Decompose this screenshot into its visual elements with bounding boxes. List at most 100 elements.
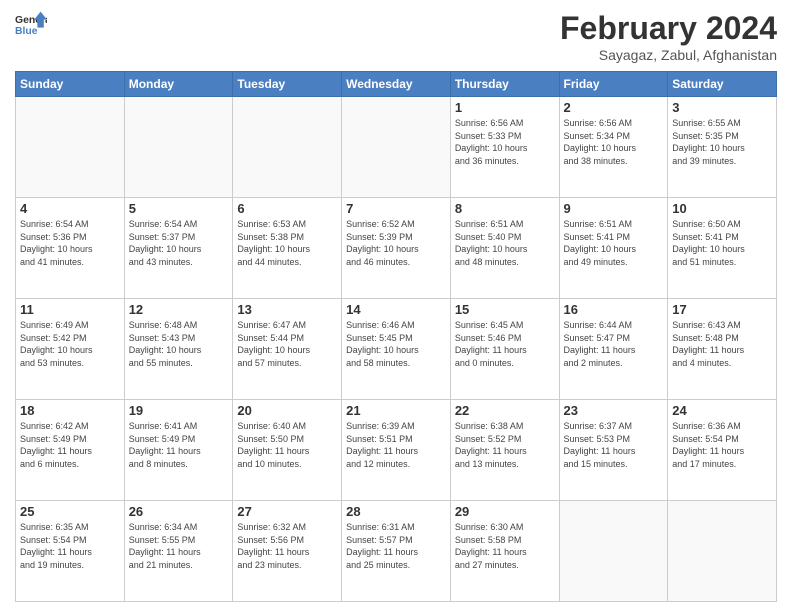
day-number: 29 xyxy=(455,504,555,519)
calendar-cell xyxy=(342,97,451,198)
calendar-cell: 29Sunrise: 6:30 AMSunset: 5:58 PMDayligh… xyxy=(450,501,559,602)
calendar-header-row: Sunday Monday Tuesday Wednesday Thursday… xyxy=(16,72,777,97)
calendar-cell: 15 Sunrise: 6:45 AMSunset: 5:46 PMDayligh… xyxy=(450,299,559,400)
day-info: Sunrise: 6:55 AMSunset: 5:35 PMDaylight:… xyxy=(672,117,772,167)
calendar-cell: 25 Sunrise: 6:35 AMSunset: 5:54 PMDayligh… xyxy=(16,501,125,602)
page-header: General Blue February 2024 Sayagaz, Zabu… xyxy=(15,10,777,63)
day-number: 14 xyxy=(346,302,446,317)
day-info: Sunrise: 6:40 AMSunset: 5:50 PMDaylight:… xyxy=(237,420,337,470)
day-number: 15 xyxy=(455,302,555,317)
logo: General Blue xyxy=(15,10,47,38)
title-block: February 2024 Sayagaz, Zabul, Afghanista… xyxy=(560,10,777,63)
calendar-cell: 2 Sunrise: 6:56 AMSunset: 5:34 PMDaylight… xyxy=(559,97,668,198)
calendar-cell: 3 Sunrise: 6:55 AMSunset: 5:35 PMDaylight… xyxy=(668,97,777,198)
day-info: Sunrise: 6:36 AMSunset: 5:54 PMDaylight:… xyxy=(672,420,772,470)
day-number: 8 xyxy=(455,201,555,216)
calendar-cell: 23Sunrise: 6:37 AMSunset: 5:53 PMDayligh… xyxy=(559,400,668,501)
day-number: 19 xyxy=(129,403,229,418)
day-info: Sunrise: 6:34 AMSunset: 5:55 PMDaylight:… xyxy=(129,521,229,571)
calendar-title: February 2024 xyxy=(560,10,777,47)
calendar-cell: 4 Sunrise: 6:54 AMSunset: 5:36 PMDaylight… xyxy=(16,198,125,299)
day-info: Sunrise: 6:41 AMSunset: 5:49 PMDaylight:… xyxy=(129,420,229,470)
day-info: Sunrise: 6:47 AMSunset: 5:44 PMDaylight:… xyxy=(237,319,337,369)
calendar-cell: 11Sunrise: 6:49 AMSunset: 5:42 PMDayligh… xyxy=(16,299,125,400)
logo-icon: General Blue xyxy=(15,10,47,38)
calendar-cell: 18 Sunrise: 6:42 AMSunset: 5:49 PMDayligh… xyxy=(16,400,125,501)
calendar-cell: 21 Sunrise: 6:39 AMSunset: 5:51 PMDayligh… xyxy=(342,400,451,501)
header-sunday: Sunday xyxy=(16,72,125,97)
day-info: Sunrise: 6:45 AMSunset: 5:46 PMDaylight:… xyxy=(455,319,555,369)
day-number: 2 xyxy=(564,100,664,115)
day-info: Sunrise: 6:54 AMSunset: 5:37 PMDaylight:… xyxy=(129,218,229,268)
calendar-cell: 13 Sunrise: 6:47 AMSunset: 5:44 PMDayligh… xyxy=(233,299,342,400)
day-number: 6 xyxy=(237,201,337,216)
calendar-cell: 24 Sunrise: 6:36 AMSunset: 5:54 PMDayligh… xyxy=(668,400,777,501)
day-info: Sunrise: 6:56 AMSunset: 5:33 PMDaylight:… xyxy=(455,117,555,167)
header-thursday: Thursday xyxy=(450,72,559,97)
calendar-cell: 19 Sunrise: 6:41 AMSunset: 5:49 PMDayligh… xyxy=(124,400,233,501)
calendar-subtitle: Sayagaz, Zabul, Afghanistan xyxy=(560,47,777,63)
day-info: Sunrise: 6:54 AMSunset: 5:36 PMDaylight:… xyxy=(20,218,120,268)
day-info: Sunrise: 6:52 AMSunset: 5:39 PMDaylight:… xyxy=(346,218,446,268)
day-number: 20 xyxy=(237,403,337,418)
day-number: 25 xyxy=(20,504,120,519)
calendar-cell: 17 Sunrise: 6:43 AMSunset: 5:48 PMDayligh… xyxy=(668,299,777,400)
day-number: 21 xyxy=(346,403,446,418)
calendar-cell: 28 Sunrise: 6:31 AMSunset: 5:57 PMDayligh… xyxy=(342,501,451,602)
day-number: 17 xyxy=(672,302,772,317)
day-number: 24 xyxy=(672,403,772,418)
day-info: Sunrise: 6:37 AMSunset: 5:53 PMDaylight:… xyxy=(564,420,664,470)
header-monday: Monday xyxy=(124,72,233,97)
calendar-cell: 16 Sunrise: 6:44 AMSunset: 5:47 PMDayligh… xyxy=(559,299,668,400)
calendar-week-0: 1 Sunrise: 6:56 AMSunset: 5:33 PMDaylight… xyxy=(16,97,777,198)
calendar-week-4: 25 Sunrise: 6:35 AMSunset: 5:54 PMDayligh… xyxy=(16,501,777,602)
day-info: Sunrise: 6:31 AMSunset: 5:57 PMDaylight:… xyxy=(346,521,446,571)
calendar-cell xyxy=(668,501,777,602)
day-info: Sunrise: 6:43 AMSunset: 5:48 PMDaylight:… xyxy=(672,319,772,369)
day-number: 26 xyxy=(129,504,229,519)
day-info: Sunrise: 6:38 AMSunset: 5:52 PMDaylight:… xyxy=(455,420,555,470)
calendar-cell xyxy=(16,97,125,198)
calendar-cell xyxy=(124,97,233,198)
calendar-cell xyxy=(233,97,342,198)
day-info: Sunrise: 6:53 AMSunset: 5:38 PMDaylight:… xyxy=(237,218,337,268)
day-info: Sunrise: 6:35 AMSunset: 5:54 PMDaylight:… xyxy=(20,521,120,571)
day-number: 18 xyxy=(20,403,120,418)
day-number: 4 xyxy=(20,201,120,216)
day-number: 13 xyxy=(237,302,337,317)
day-info: Sunrise: 6:42 AMSunset: 5:49 PMDaylight:… xyxy=(20,420,120,470)
calendar-cell: 9Sunrise: 6:51 AMSunset: 5:41 PMDaylight… xyxy=(559,198,668,299)
day-number: 7 xyxy=(346,201,446,216)
day-info: Sunrise: 6:48 AMSunset: 5:43 PMDaylight:… xyxy=(129,319,229,369)
calendar-cell: 8 Sunrise: 6:51 AMSunset: 5:40 PMDaylight… xyxy=(450,198,559,299)
calendar-table: Sunday Monday Tuesday Wednesday Thursday… xyxy=(15,71,777,602)
day-number: 9 xyxy=(564,201,664,216)
calendar-cell: 26 Sunrise: 6:34 AMSunset: 5:55 PMDayligh… xyxy=(124,501,233,602)
day-info: Sunrise: 6:51 AMSunset: 5:40 PMDaylight:… xyxy=(455,218,555,268)
calendar-cell: 20 Sunrise: 6:40 AMSunset: 5:50 PMDayligh… xyxy=(233,400,342,501)
calendar-cell: 22 Sunrise: 6:38 AMSunset: 5:52 PMDayligh… xyxy=(450,400,559,501)
day-number: 10 xyxy=(672,201,772,216)
day-info: Sunrise: 6:46 AMSunset: 5:45 PMDaylight:… xyxy=(346,319,446,369)
calendar-cell xyxy=(559,501,668,602)
day-info: Sunrise: 6:56 AMSunset: 5:34 PMDaylight:… xyxy=(564,117,664,167)
calendar-cell: 5 Sunrise: 6:54 AMSunset: 5:37 PMDaylight… xyxy=(124,198,233,299)
day-number: 12 xyxy=(129,302,229,317)
calendar-week-1: 4 Sunrise: 6:54 AMSunset: 5:36 PMDaylight… xyxy=(16,198,777,299)
day-number: 22 xyxy=(455,403,555,418)
svg-text:Blue: Blue xyxy=(15,26,38,37)
day-number: 5 xyxy=(129,201,229,216)
day-number: 1 xyxy=(455,100,555,115)
header-tuesday: Tuesday xyxy=(233,72,342,97)
day-info: Sunrise: 6:49 AMSunset: 5:42 PMDaylight:… xyxy=(20,319,120,369)
day-info: Sunrise: 6:39 AMSunset: 5:51 PMDaylight:… xyxy=(346,420,446,470)
calendar-cell: 7 Sunrise: 6:52 AMSunset: 5:39 PMDaylight… xyxy=(342,198,451,299)
day-info: Sunrise: 6:32 AMSunset: 5:56 PMDaylight:… xyxy=(237,521,337,571)
day-number: 27 xyxy=(237,504,337,519)
header-saturday: Saturday xyxy=(668,72,777,97)
day-info: Sunrise: 6:44 AMSunset: 5:47 PMDaylight:… xyxy=(564,319,664,369)
calendar-week-2: 11Sunrise: 6:49 AMSunset: 5:42 PMDayligh… xyxy=(16,299,777,400)
day-number: 16 xyxy=(564,302,664,317)
day-number: 28 xyxy=(346,504,446,519)
day-number: 3 xyxy=(672,100,772,115)
